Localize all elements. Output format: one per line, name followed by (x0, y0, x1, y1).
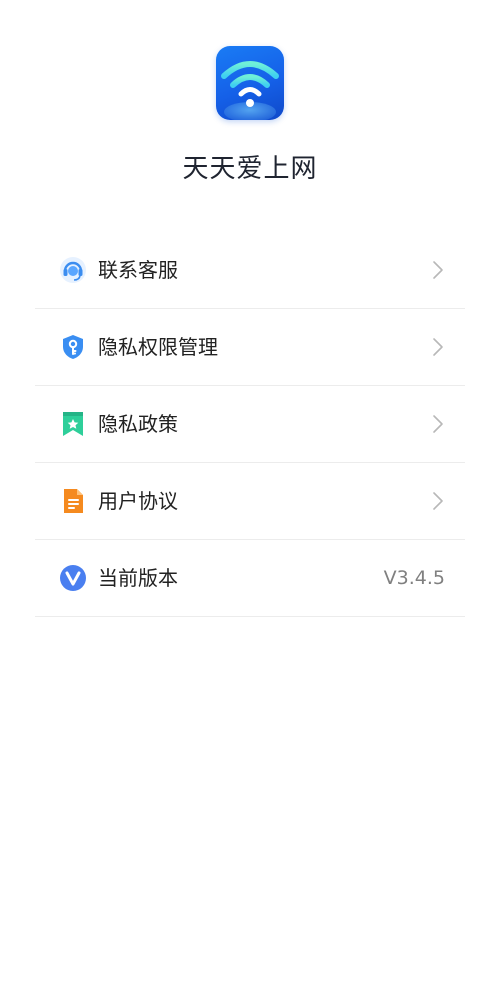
chevron-right-icon (431, 414, 445, 434)
menu-item-user-agreement[interactable]: 用户协议 (35, 463, 465, 540)
chevron-right-icon (431, 491, 445, 511)
version-number: V3.4.5 (383, 567, 445, 589)
menu-item-label: 隐私权限管理 (98, 335, 218, 359)
shield-key-icon (59, 333, 87, 361)
menu-item-label: 联系客服 (98, 258, 178, 282)
app-name: 天天爱上网 (182, 154, 318, 184)
version-v-icon (59, 564, 87, 592)
settings-menu: 联系客服 隐私权限管理 隐私政策 用户协议 当前版本 V3.4.5 (35, 232, 465, 617)
menu-item-privacy-policy[interactable]: 隐私政策 (35, 386, 465, 463)
wifi-icon (221, 61, 279, 120)
menu-item-label: 用户协议 (98, 489, 178, 513)
bookmark-star-icon (59, 410, 87, 438)
menu-item-label: 当前版本 (98, 566, 178, 590)
document-icon (59, 487, 87, 515)
headset-icon (59, 256, 87, 284)
menu-item-privacy-permissions[interactable]: 隐私权限管理 (35, 309, 465, 386)
menu-item-label: 隐私政策 (98, 412, 178, 436)
chevron-right-icon (431, 337, 445, 357)
menu-item-current-version: 当前版本 V3.4.5 (35, 540, 465, 617)
chevron-right-icon (431, 260, 445, 280)
app-logo (216, 46, 284, 120)
menu-item-contact-support[interactable]: 联系客服 (35, 232, 465, 309)
